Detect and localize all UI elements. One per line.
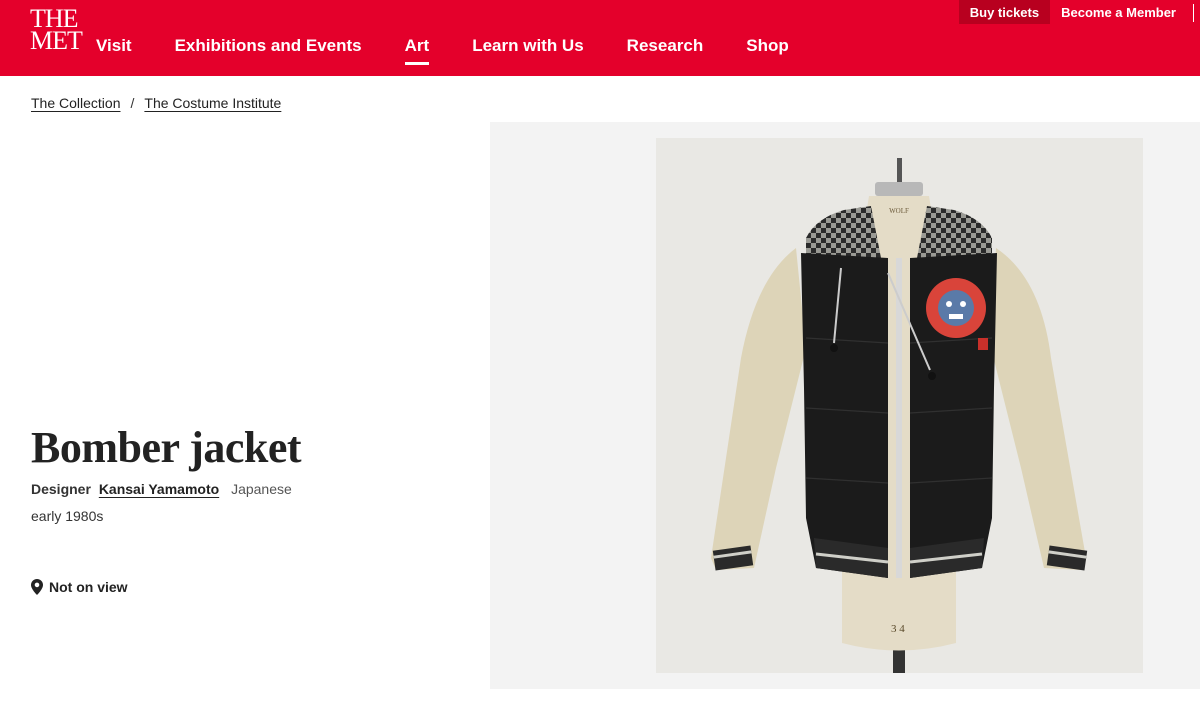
- designer-nationality: Japanese: [231, 481, 292, 497]
- designer-name-link[interactable]: Kansai Yamamoto: [99, 481, 219, 497]
- breadcrumb-costume-institute[interactable]: The Costume Institute: [144, 95, 281, 111]
- designer-role: Designer: [31, 481, 91, 497]
- location-pin-icon: [31, 579, 43, 595]
- site-header: THE MET Visit Exhibitions and Events Art…: [0, 0, 1200, 76]
- bomber-jacket-illustration: WOLF 3 4: [656, 138, 1143, 673]
- object-date: early 1980s: [31, 508, 104, 524]
- met-logo[interactable]: THE MET: [30, 6, 83, 55]
- main-nav: Visit Exhibitions and Events Art Learn w…: [96, 36, 832, 65]
- object-title: Bomber jacket: [31, 423, 302, 472]
- buy-tickets-button[interactable]: Buy tickets: [958, 0, 1051, 24]
- on-view-status: Not on view: [31, 579, 128, 595]
- breadcrumb: The Collection / The Costume Institute: [31, 95, 281, 111]
- mannequin-size-text: 3 4: [891, 623, 905, 635]
- utility-nav: Buy tickets Become a Member: [958, 0, 1200, 24]
- image-panel: WOLF 3 4: [490, 122, 1200, 689]
- nav-exhibitions-events[interactable]: Exhibitions and Events: [175, 36, 362, 56]
- nav-art[interactable]: Art: [404, 36, 429, 65]
- object-image[interactable]: WOLF 3 4: [656, 138, 1143, 673]
- utility-divider: [1193, 4, 1194, 22]
- logo-line-2: MET: [30, 26, 83, 55]
- nav-shop[interactable]: Shop: [746, 36, 789, 56]
- nav-learn-with-us[interactable]: Learn with Us: [472, 36, 583, 56]
- mannequin-label-text: WOLF: [889, 207, 909, 215]
- breadcrumb-the-collection[interactable]: The Collection: [31, 95, 121, 111]
- designer-line: Designer Kansai Yamamoto Japanese: [31, 481, 292, 497]
- become-member-button[interactable]: Become a Member: [1050, 0, 1187, 24]
- nav-research[interactable]: Research: [627, 36, 704, 56]
- breadcrumb-separator: /: [130, 95, 135, 111]
- nav-visit[interactable]: Visit: [96, 36, 132, 56]
- on-view-label: Not on view: [49, 579, 128, 595]
